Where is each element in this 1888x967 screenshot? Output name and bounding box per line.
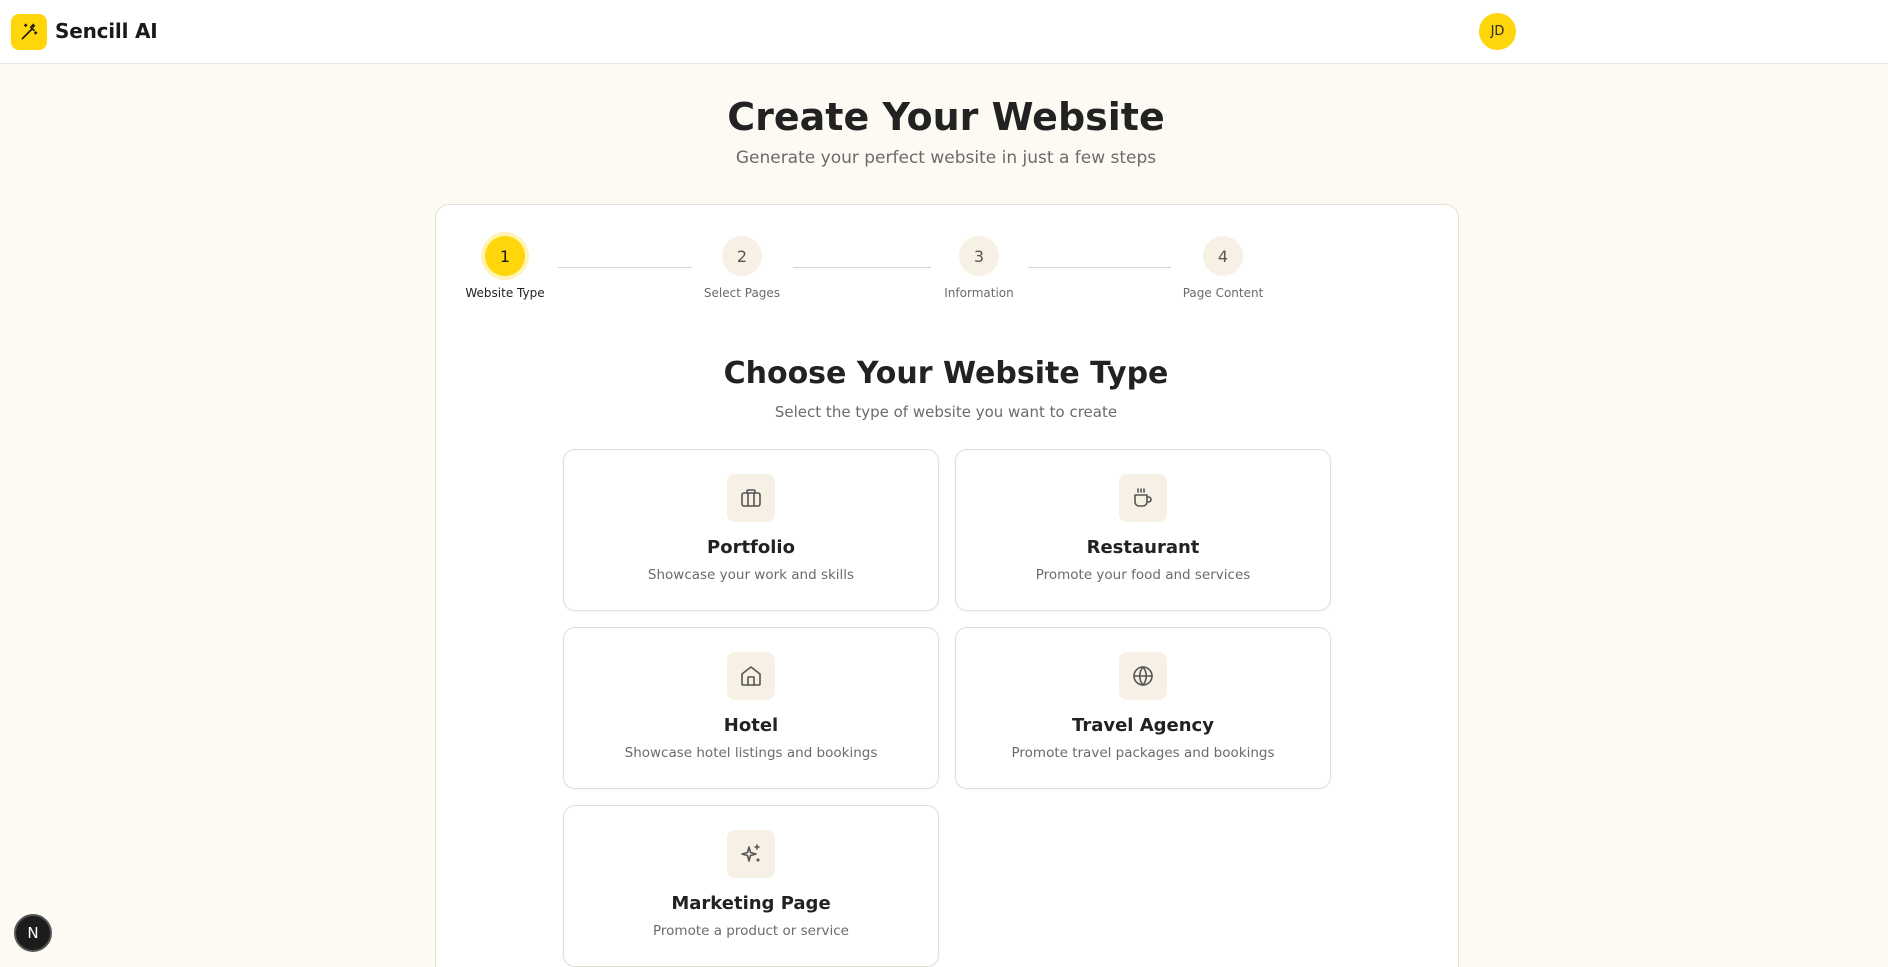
globe-icon bbox=[1119, 652, 1167, 700]
type-description: Showcase hotel listings and bookings bbox=[624, 745, 878, 761]
type-title: Travel Agency bbox=[1072, 715, 1214, 736]
sparkles-icon bbox=[727, 830, 775, 878]
coffee-cup-icon bbox=[1119, 474, 1167, 522]
briefcase-icon bbox=[727, 474, 775, 522]
step-number: 3 bbox=[959, 236, 999, 276]
website-type-hotel[interactable]: Hotel Showcase hotel listings and bookin… bbox=[563, 627, 939, 789]
nextjs-icon[interactable]: N bbox=[14, 914, 52, 952]
brand-name[interactable]: Sencill AI bbox=[55, 19, 158, 43]
type-description: Showcase your work and skills bbox=[647, 567, 855, 583]
type-description: Promote your food and services bbox=[1035, 567, 1251, 583]
step-number: 1 bbox=[485, 236, 525, 276]
step-website-type[interactable]: 1 Website Type bbox=[445, 236, 565, 300]
type-title: Hotel bbox=[723, 715, 779, 736]
type-title: Restaurant bbox=[1086, 537, 1200, 558]
user-avatar[interactable]: JD bbox=[1479, 13, 1516, 50]
step-label: Website Type bbox=[465, 286, 545, 300]
step-connector bbox=[793, 267, 931, 268]
step-select-pages[interactable]: 2 Select Pages bbox=[682, 236, 802, 300]
step-number: 4 bbox=[1203, 236, 1243, 276]
page-subtitle: Generate your perfect website in just a … bbox=[735, 148, 1157, 168]
section-subtitle: Select the type of website you want to c… bbox=[774, 403, 1118, 421]
page-title: Create Your Website bbox=[727, 95, 1165, 139]
website-type-travel-agency[interactable]: Travel Agency Promote travel packages an… bbox=[955, 627, 1331, 789]
home-icon bbox=[727, 652, 775, 700]
step-label: Select Pages bbox=[703, 286, 781, 300]
step-label: Page Content bbox=[1182, 286, 1264, 300]
section-title: Choose Your Website Type bbox=[723, 356, 1169, 391]
type-description: Promote travel packages and bookings bbox=[1011, 745, 1275, 761]
step-information[interactable]: 3 Information bbox=[919, 236, 1039, 300]
step-connector bbox=[558, 267, 692, 268]
step-connector bbox=[1028, 267, 1171, 268]
type-title: Portfolio bbox=[707, 537, 795, 558]
step-page-content[interactable]: 4 Page Content bbox=[1163, 236, 1283, 300]
website-type-portfolio[interactable]: Portfolio Showcase your work and skills bbox=[563, 449, 939, 611]
type-description: Promote a product or service bbox=[653, 923, 849, 939]
step-label: Information bbox=[944, 286, 1014, 300]
type-title: Marketing Page bbox=[671, 893, 831, 914]
logo[interactable] bbox=[11, 14, 47, 50]
website-type-restaurant[interactable]: Restaurant Promote your food and service… bbox=[955, 449, 1331, 611]
website-type-marketing-page[interactable]: Marketing Page Promote a product or serv… bbox=[563, 805, 939, 967]
magic-wand-icon bbox=[21, 23, 38, 40]
top-bar: Sencill AI JD bbox=[0, 0, 1888, 64]
step-number: 2 bbox=[722, 236, 762, 276]
